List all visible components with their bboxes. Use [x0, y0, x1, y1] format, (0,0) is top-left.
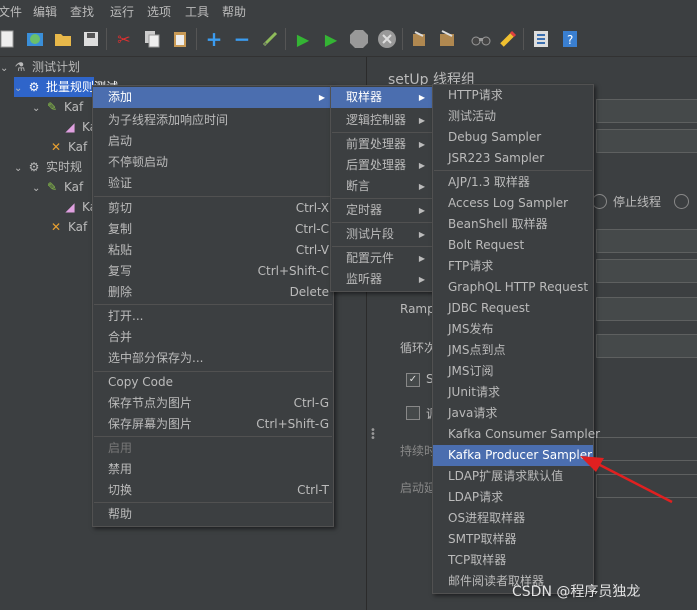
watermark: CSDN @程序员独龙: [512, 584, 641, 600]
annotation-arrow-icon: [580, 456, 673, 504]
